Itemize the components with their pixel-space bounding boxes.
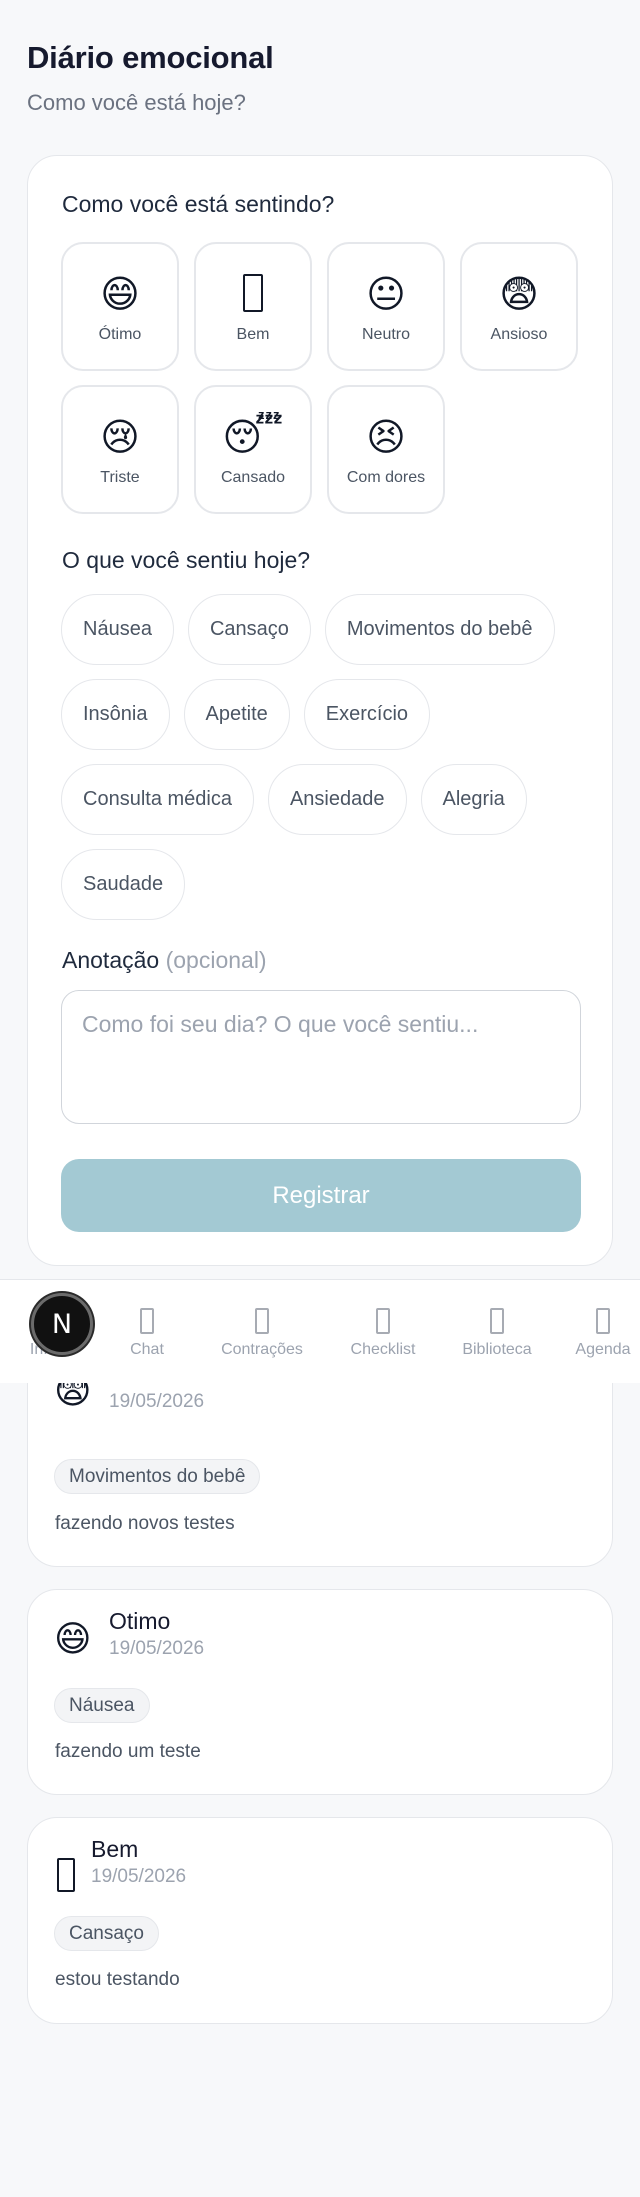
grinning-face-icon: 😄 — [100, 272, 140, 316]
feelings-chips: Náusea Cansaço Movimentos do bebê Insôni… — [61, 594, 591, 920]
note-label: Anotação (opcional) — [62, 947, 267, 974]
page-header: Diário emocional Como você está hoje? — [27, 40, 274, 116]
entry-date: 19/05/2026 — [91, 1866, 187, 1887]
diary-entry-card[interactable]: 😄 Otimo 19/05/2026 Náusea fazendo um tes… — [27, 1589, 613, 1795]
entry-text: estou testando — [55, 1969, 180, 1990]
entry-text: fazendo novos testes — [55, 1513, 235, 1534]
note-label-text: Anotação — [62, 947, 160, 973]
entry-tag: Náusea — [54, 1688, 150, 1723]
mood-label: Triste — [100, 469, 140, 486]
sleeping-face-icon: 😴 — [222, 415, 284, 459]
nav-item-chat[interactable]: Chat — [117, 1280, 177, 1384]
mood-label: Ótimo — [98, 326, 142, 343]
nav-item-checklist[interactable]: Checklist — [341, 1280, 425, 1384]
bottom-nav: Início Chat Contrações Checklist Bibliot… — [0, 1279, 640, 1383]
zzz-icon: zzz — [258, 407, 281, 422]
timer-icon — [255, 1308, 269, 1334]
feeling-chip[interactable]: Apetite — [183, 679, 290, 750]
feelings-question: O que você sentiu hoje? — [62, 547, 311, 573]
note-textarea[interactable] — [61, 990, 581, 1124]
entry-mood: Bem — [91, 1836, 139, 1862]
feeling-chip[interactable]: Saudade — [61, 849, 186, 920]
missing-glyph-icon — [243, 274, 263, 312]
nav-label: Contrações — [221, 1341, 303, 1358]
entry-date: 19/05/2026 — [109, 1638, 205, 1659]
missing-glyph-icon — [57, 1858, 75, 1892]
mood-option-cansado[interactable]: 😴 Cansado zzz — [194, 385, 312, 514]
fearful-face-icon: 😨 — [499, 272, 539, 316]
entry-text: fazendo um teste — [55, 1741, 201, 1762]
mood-label: Com dores — [346, 469, 426, 486]
page-subtitle: Como você está hoje? — [27, 90, 246, 115]
book-icon — [490, 1308, 504, 1334]
page-title: Diário emocional — [27, 40, 274, 75]
calendar-icon — [596, 1308, 610, 1334]
entry-date: 19/05/2026 — [109, 1391, 205, 1412]
feeling-chip[interactable]: Movimentos do bebê — [324, 594, 555, 665]
mood-grid: 😄 Ótimo Bem 😐 Neutro 😨 Ansioso 😢 Triste … — [61, 242, 581, 514]
mood-label: Cansado — [220, 469, 286, 486]
chat-icon — [140, 1308, 154, 1334]
grinning-face-icon: 😄 — [54, 1619, 92, 1660]
feeling-chip[interactable]: Alegria — [420, 764, 527, 835]
register-button[interactable]: Registrar — [61, 1159, 581, 1232]
dev-badge[interactable]: N — [31, 1293, 93, 1355]
feeling-chip[interactable]: Insônia — [61, 679, 170, 750]
diary-entry-card[interactable]: Bem 19/05/2026 Cansaço estou testando — [27, 1817, 613, 2024]
entry-mood: Otimo — [109, 1608, 171, 1634]
mood-label: Ansioso — [490, 326, 548, 343]
nav-label: Checklist — [350, 1341, 416, 1358]
mood-option-ansioso[interactable]: 😨 Ansioso — [460, 242, 578, 371]
mood-option-neutro[interactable]: 😐 Neutro — [327, 242, 445, 371]
nav-item-agenda[interactable]: Agenda — [569, 1280, 637, 1384]
feeling-chip[interactable]: Exercício — [303, 679, 431, 750]
crying-face-icon: 😢 — [100, 415, 140, 459]
mood-label: Neutro — [361, 326, 411, 343]
nav-label: Chat — [130, 1341, 164, 1358]
mood-form-card: Como você está sentindo? 😄 Ótimo Bem 😐 N… — [27, 155, 613, 1266]
persevering-face-icon: 😣 — [366, 415, 406, 459]
feeling-chip[interactable]: Cansaço — [187, 594, 311, 665]
neutral-face-icon: 😐 — [366, 272, 406, 316]
feeling-chip[interactable]: Náusea — [61, 594, 174, 665]
entry-tag: Movimentos do bebê — [54, 1459, 261, 1494]
mood-option-com-dores[interactable]: 😣 Com dores — [327, 385, 445, 514]
checklist-icon — [376, 1308, 390, 1334]
mood-label: Bem — [236, 326, 270, 343]
note-optional-hint: (opcional) — [165, 947, 267, 973]
nav-label: Agenda — [575, 1341, 631, 1358]
nav-item-biblioteca[interactable]: Biblioteca — [453, 1280, 541, 1384]
feeling-chip[interactable]: Ansiedade — [267, 764, 407, 835]
mood-question: Como você está sentindo? — [62, 191, 335, 217]
mood-option-otimo[interactable]: 😄 Ótimo — [61, 242, 179, 371]
nav-label: Biblioteca — [462, 1341, 532, 1358]
entry-tag: Cansaço — [54, 1916, 159, 1951]
nav-item-contracoes[interactable]: Contrações — [211, 1280, 313, 1384]
mood-option-triste[interactable]: 😢 Triste — [61, 385, 179, 514]
feeling-chip[interactable]: Consulta médica — [61, 764, 254, 835]
mood-option-bem[interactable]: Bem — [194, 242, 312, 371]
